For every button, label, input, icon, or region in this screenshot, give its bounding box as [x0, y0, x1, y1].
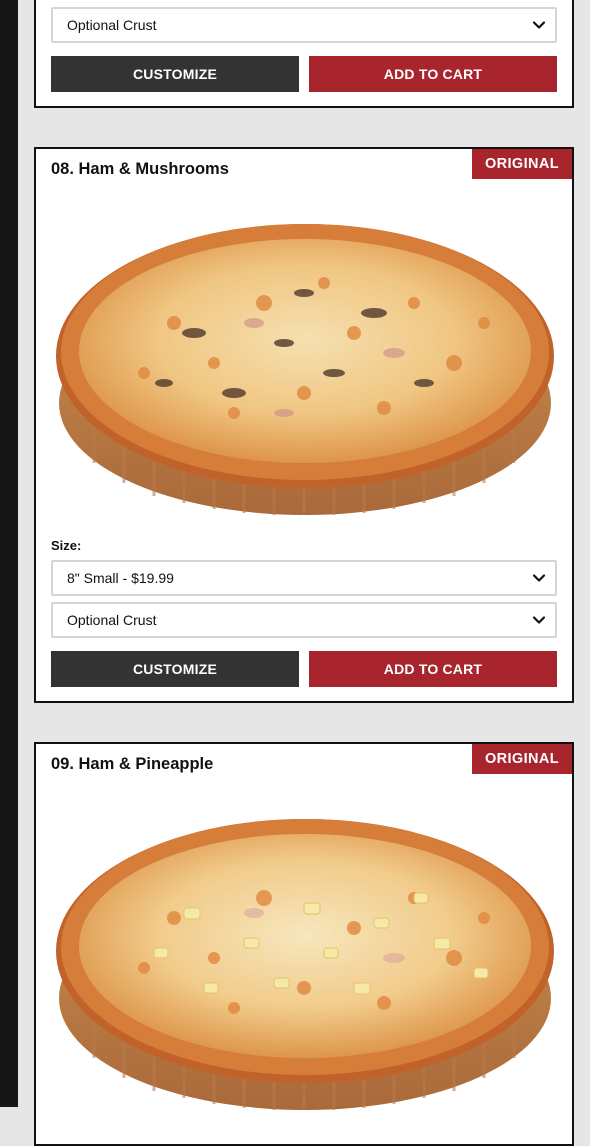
left-sidebar-rail — [0, 0, 18, 1107]
product-title: 08. Ham & Mushrooms — [51, 160, 229, 178]
customize-button[interactable]: CUSTOMIZE — [51, 651, 299, 687]
size-select-value: 8" Small - $19.99 — [67, 570, 174, 586]
size-select[interactable]: 8" Small - $19.99 — [51, 560, 557, 596]
chevron-down-icon — [532, 574, 546, 582]
product-card-ham-pineapple: ORIGINAL 09. Ham & Pineapple — [34, 742, 574, 1146]
crust-select-value: Optional Crust — [67, 612, 157, 628]
product-card-ham-mushrooms: ORIGINAL 08. Ham & Mushrooms Size: 8" Sm… — [34, 147, 574, 703]
product-badge: ORIGINAL — [472, 744, 572, 774]
chevron-down-icon — [532, 616, 546, 624]
chevron-down-icon — [532, 21, 546, 29]
crust-select[interactable]: Optional Crust — [51, 602, 557, 638]
add-to-cart-button[interactable]: ADD TO CART — [309, 651, 557, 687]
crust-select[interactable]: Optional Crust — [51, 7, 557, 43]
add-to-cart-button[interactable]: ADD TO CART — [309, 56, 557, 92]
pizza-ham-mushrooms-image[interactable] — [54, 213, 556, 518]
product-title: 09. Ham & Pineapple — [51, 755, 214, 773]
pizza-ham-pineapple-image[interactable] — [54, 808, 556, 1113]
size-label: Size: — [51, 538, 82, 553]
customize-button[interactable]: CUSTOMIZE — [51, 56, 299, 92]
product-badge: ORIGINAL — [472, 149, 572, 179]
crust-select-value: Optional Crust — [67, 17, 157, 33]
product-card-previous: Optional Crust CUSTOMIZE ADD TO CART — [34, 0, 574, 108]
